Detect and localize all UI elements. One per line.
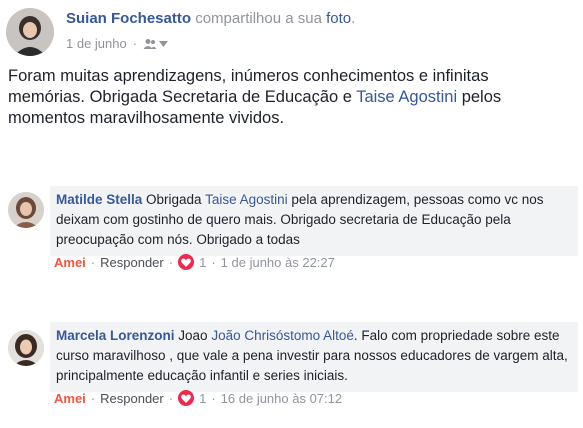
comment-text: Joao (174, 328, 212, 343)
reaction-count[interactable]: 1 (199, 391, 206, 406)
comment-avatar[interactable] (8, 192, 44, 228)
post-photo-link[interactable]: foto (326, 10, 351, 27)
comment-text: Obrigada (142, 192, 206, 207)
love-reaction-button[interactable]: Amei (54, 255, 86, 270)
post-meta: 1 de junho · (66, 36, 169, 51)
comment-bubble: Marcela Lorenzoni Joao João Chrisóstomo … (50, 322, 578, 392)
meta-separator: · (132, 36, 138, 51)
reply-button[interactable]: Responder (100, 391, 164, 406)
action-separator: · (211, 254, 216, 270)
comment-mention-link[interactable]: João Chrisóstomo Altoé (211, 328, 354, 343)
post-action-period: . (351, 10, 356, 27)
reply-button[interactable]: Responder (100, 255, 164, 270)
heart-glyph (181, 257, 191, 267)
chevron-down-icon (159, 40, 169, 47)
avatar-photo (8, 330, 44, 366)
heart-glyph (181, 393, 191, 403)
comment-author[interactable]: Matilde Stella (56, 192, 142, 207)
avatar-photo (8, 192, 44, 228)
comment-timestamp[interactable]: 16 de junho às 07:12 (221, 391, 342, 406)
heart-icon[interactable] (178, 254, 195, 270)
comment-timestamp[interactable]: 1 de junho às 22:27 (221, 255, 335, 270)
heart-icon[interactable] (178, 390, 195, 406)
comment: Marcela Lorenzoni Joao João Chrisóstomo … (0, 322, 583, 416)
post-text: Foram muitas aprendizagens, inúmeros con… (8, 66, 568, 129)
action-separator: · (90, 254, 96, 270)
comment-actions: Amei · Responder · 1 · 16 de junho às 07… (54, 390, 342, 406)
comment: Matilde Stella Obrigada Taise Agostini p… (0, 186, 583, 276)
reaction-count[interactable]: 1 (199, 255, 206, 270)
action-separator: · (211, 390, 216, 406)
comment-author[interactable]: Marcela Lorenzoni (56, 328, 175, 343)
post-date[interactable]: 1 de junho (66, 36, 127, 51)
post-header: Suian Fochesatto compartilhou a sua foto… (0, 0, 583, 62)
post-author-line: Suian Fochesatto compartilhou a sua foto… (66, 10, 355, 27)
action-separator: · (168, 390, 174, 406)
privacy-selector[interactable] (143, 38, 169, 50)
friends-icon (143, 38, 157, 49)
avatar-photo (6, 8, 54, 56)
love-reaction-button[interactable]: Amei (54, 391, 86, 406)
action-separator: · (168, 254, 174, 270)
comment-mention-link[interactable]: Taise Agostini (205, 192, 288, 207)
comment-avatar[interactable] (8, 330, 44, 366)
author-avatar[interactable] (6, 8, 54, 56)
post-author-name[interactable]: Suian Fochesatto (66, 10, 191, 27)
post-mention-link[interactable]: Taise Agostini (356, 88, 457, 106)
post-action-text: compartilhou a sua (195, 10, 322, 27)
comment-actions: Amei · Responder · 1 · 1 de junho às 22:… (54, 254, 335, 270)
comment-bubble: Matilde Stella Obrigada Taise Agostini p… (50, 186, 578, 256)
action-separator: · (90, 390, 96, 406)
